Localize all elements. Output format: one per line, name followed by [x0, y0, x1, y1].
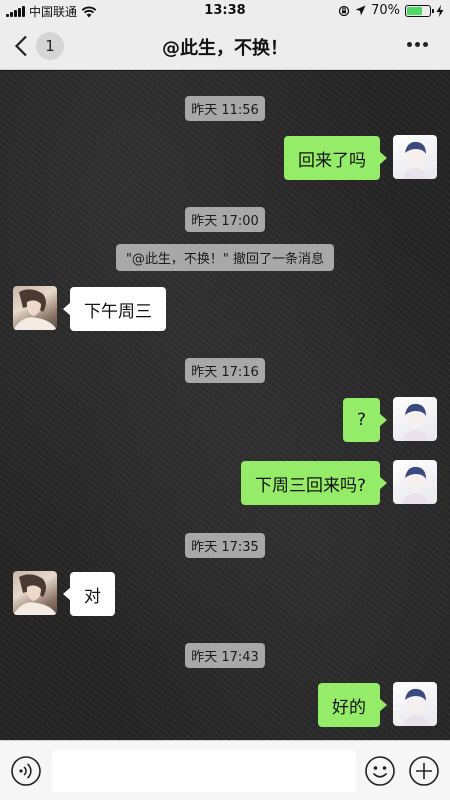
recall-notice-label: "@此生，不换！" 撤回了一条消息: [115, 244, 335, 271]
avatar-image: [403, 466, 428, 504]
message-outgoing: 下周三回来吗?: [0, 460, 450, 506]
contact-avatar[interactable]: [13, 571, 57, 615]
battery-icon: [405, 4, 434, 17]
message-input[interactable]: [52, 750, 356, 792]
my-avatar[interactable]: [393, 460, 437, 504]
orientation-lock-icon: [338, 5, 350, 16]
timestamp-label: 昨天 11:56: [185, 96, 265, 121]
charging-icon: [436, 4, 444, 17]
avatar-image: [403, 141, 428, 179]
message-bubble[interactable]: 对: [63, 572, 115, 616]
message-incoming: 下午周三: [0, 286, 450, 332]
status-bar: 中国联通 13:38 70%: [0, 0, 450, 22]
timestamp: 昨天 17:16: [0, 358, 450, 383]
timestamp: 昨天 17:43: [0, 643, 450, 668]
timestamp-label: 昨天 17:35: [185, 533, 265, 558]
message-bubble[interactable]: 回来了吗: [284, 136, 387, 180]
contact-avatar[interactable]: [13, 286, 57, 330]
my-avatar[interactable]: [393, 135, 437, 179]
timestamp-label: 昨天 17:43: [185, 643, 265, 668]
message-outgoing: 回来了吗: [0, 135, 450, 181]
input-bar: [0, 740, 450, 800]
status-right: 70%: [338, 3, 444, 18]
system-notice: "@此生，不换！" 撤回了一条消息: [0, 244, 450, 271]
message-bubble[interactable]: ?: [342, 398, 388, 442]
battery-fill: [407, 6, 423, 15]
location-icon: [355, 5, 366, 16]
avatar-image: [403, 688, 428, 726]
message-bubble[interactable]: 下午周三: [63, 287, 166, 331]
message-bubble[interactable]: 下周三回来吗?: [240, 461, 388, 505]
avatar-image: [13, 289, 57, 330]
battery-percent: 70%: [371, 3, 400, 18]
my-avatar[interactable]: [393, 682, 437, 726]
message-outgoing: ?: [0, 397, 450, 443]
my-avatar[interactable]: [393, 397, 437, 441]
emoji-icon[interactable]: [364, 755, 396, 787]
timestamp: 昨天 11:56: [0, 96, 450, 121]
timestamp: 昨天 17:00: [0, 207, 450, 232]
message-outgoing: 好的: [0, 682, 450, 728]
timestamp-label: 昨天 17:00: [185, 207, 265, 232]
chat-title: @此生，不换！: [162, 38, 288, 59]
more-dots-icon[interactable]: [407, 42, 428, 47]
timestamp-label: 昨天 17:16: [185, 358, 265, 383]
message-incoming: 对: [0, 571, 450, 617]
plus-circle-icon[interactable]: [408, 755, 440, 787]
chat-area[interactable]: 昨天 11:56 回来了吗 昨天 17:00 "@此生，不换！" 撤回了一条消息…: [0, 71, 450, 740]
chat-navbar: 1 @此生，不换！: [0, 22, 450, 70]
voice-icon[interactable]: [10, 755, 42, 787]
avatar-image: [13, 574, 57, 615]
top-bar: 中国联通 13:38 70% 1 @此生，不换！: [0, 0, 450, 70]
avatar-image: [403, 403, 428, 441]
message-bubble[interactable]: 好的: [318, 683, 387, 727]
timestamp: 昨天 17:35: [0, 533, 450, 558]
